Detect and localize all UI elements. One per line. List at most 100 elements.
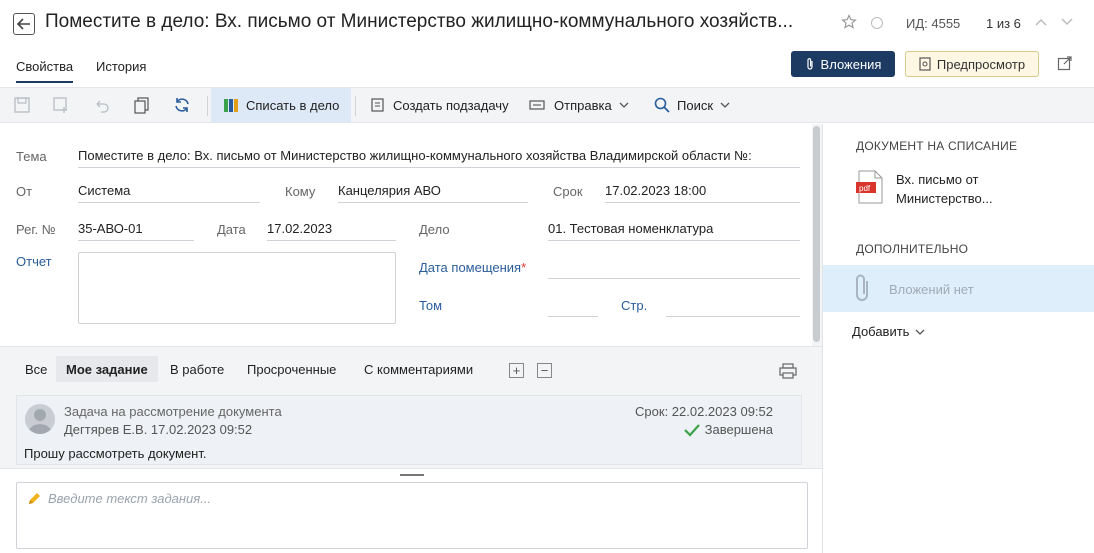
- printer-icon[interactable]: [779, 363, 797, 379]
- create-subtask-button[interactable]: Создать подзадачу: [370, 88, 509, 122]
- attachments-button[interactable]: Вложения: [791, 51, 895, 77]
- page-title: Поместите в дело: Вх. письмо от Министер…: [45, 11, 794, 32]
- chevron-down-icon: [619, 102, 629, 108]
- report-textarea[interactable]: [78, 252, 396, 324]
- regnum-field[interactable]: 35-АВО-01: [78, 219, 194, 241]
- chevron-down-icon: [720, 102, 730, 108]
- to-label: Кому: [285, 184, 316, 199]
- case-label: Дело: [419, 222, 450, 237]
- undo-icon[interactable]: [93, 96, 111, 114]
- task-due: Срок: 22.02.2023 09:52: [635, 404, 773, 419]
- due-field[interactable]: 17.02.2023 18:00: [605, 181, 800, 203]
- task-tab-my[interactable]: Мое задание: [56, 356, 158, 382]
- document-name-line1: Вх. письмо от: [896, 172, 979, 187]
- toolbar-separator: [207, 96, 208, 116]
- tab-history[interactable]: История: [96, 59, 146, 74]
- document-item[interactable]: pdf Вх. письмо от Министерство...: [856, 170, 993, 208]
- placement-date-label: Дата помещения*: [419, 260, 526, 275]
- placement-date-field[interactable]: [548, 257, 800, 279]
- chevron-down-icon: [915, 329, 925, 335]
- to-field[interactable]: Канцелярия АВО: [338, 181, 528, 203]
- add-dropdown[interactable]: Добавить: [852, 324, 925, 339]
- task-card[interactable]: Задача на рассмотрение документа Дегтяре…: [16, 395, 802, 465]
- task-tab-overdue[interactable]: Просроченные: [247, 356, 336, 382]
- pdf-file-icon: pdf: [856, 170, 883, 204]
- doc-section-heading: ДОКУМЕНТ НА СПИСАНИЕ: [856, 139, 1018, 153]
- task-body: Прошу рассмотреть документ.: [24, 446, 207, 461]
- search-dropdown[interactable]: Поиск: [654, 88, 730, 122]
- save-as-icon[interactable]: [52, 96, 70, 114]
- attachments-label: Вложения: [820, 56, 882, 72]
- resize-handle[interactable]: [400, 474, 424, 476]
- star-icon[interactable]: [841, 14, 857, 30]
- subject-label: Тема: [16, 149, 47, 164]
- send-icon: [529, 100, 545, 110]
- case-field[interactable]: 01. Тестовая номенклатура: [548, 219, 800, 241]
- extra-section-heading: ДОПОЛНИТЕЛЬНО: [856, 242, 969, 256]
- checkmark-icon: [683, 423, 700, 437]
- chevron-down-icon[interactable]: [1060, 15, 1074, 29]
- send-dropdown[interactable]: Отправка: [529, 88, 629, 122]
- report-label[interactable]: Отчет: [16, 254, 52, 269]
- paperclip-icon: [806, 58, 813, 70]
- date-label: Дата: [217, 222, 246, 237]
- copy-icon[interactable]: [133, 96, 151, 114]
- from-field[interactable]: Система: [78, 181, 260, 203]
- volume-field[interactable]: [548, 295, 598, 317]
- document-name-line2: Министерство...: [896, 191, 993, 206]
- task-tab-with-comments[interactable]: С комментариями: [364, 356, 473, 382]
- search-icon: [654, 97, 670, 113]
- required-mark: *: [521, 260, 527, 275]
- add-label: Добавить: [852, 324, 910, 339]
- task-title[interactable]: Задача на рассмотрение документа: [64, 404, 282, 419]
- write-off-button[interactable]: Списать в дело: [211, 88, 352, 122]
- refresh-icon[interactable]: [173, 96, 191, 114]
- pencil-icon: [29, 493, 40, 504]
- search-label: Поиск: [677, 97, 714, 113]
- task-tab-in-progress[interactable]: В работе: [170, 356, 224, 382]
- preview-doc-icon: [919, 57, 931, 71]
- create-subtask-label: Создать подзадачу: [393, 97, 509, 113]
- toolbar-separator: [355, 96, 356, 116]
- chevron-up-icon[interactable]: [1034, 15, 1048, 29]
- arrow-left-icon: [17, 18, 30, 30]
- pager: 1 из 6: [986, 16, 1021, 31]
- task-author: Дегтярев Е.В. 17.02.2023 09:52: [64, 422, 253, 437]
- subtask-icon: [371, 98, 384, 112]
- volume-label: Том: [419, 298, 443, 313]
- date-field[interactable]: 17.02.2023: [267, 219, 396, 241]
- task-status-label: Завершена: [704, 422, 773, 437]
- case-binders-icon: [224, 99, 238, 112]
- expand-all-button[interactable]: +: [509, 363, 524, 378]
- regnum-label: Рег. №: [16, 222, 56, 237]
- properties-form: Тема Поместите в дело: Вх. письмо от Мин…: [0, 124, 812, 346]
- due-label: Срок: [553, 184, 583, 199]
- panel-divider: [822, 124, 823, 553]
- form-scrollbar-thumb[interactable]: [813, 126, 820, 342]
- page-field[interactable]: [666, 295, 800, 317]
- subject-field[interactable]: Поместите в дело: Вх. письмо от Министер…: [78, 146, 800, 168]
- toolbar: Списать в дело Создать подзадачу Отправк…: [0, 87, 1094, 123]
- pdf-label: pdf: [859, 184, 871, 193]
- title-bar: Поместите в дело: Вх. письмо от Министер…: [0, 0, 1094, 48]
- send-label: Отправка: [554, 97, 612, 113]
- task-input-placeholder: Введите текст задания...: [48, 491, 212, 506]
- save-icon[interactable]: [13, 96, 31, 114]
- preview-button[interactable]: Предпросмотр: [905, 51, 1039, 77]
- status-circle-icon[interactable]: [871, 17, 883, 29]
- preview-label: Предпросмотр: [936, 56, 1026, 72]
- tab-properties[interactable]: Свойства: [16, 59, 74, 83]
- task-tab-all[interactable]: Все: [25, 356, 47, 382]
- document-id: ИД: 4555: [906, 16, 961, 31]
- page-label: Стр.: [621, 298, 648, 313]
- avatar: [25, 404, 55, 434]
- tasks-area: Все Мое задание В работе Просроченные С …: [0, 346, 822, 468]
- paperclip-icon: [856, 274, 868, 301]
- collapse-all-button[interactable]: −: [537, 363, 552, 378]
- back-button[interactable]: [13, 13, 35, 35]
- task-status: Завершена: [683, 422, 773, 437]
- write-off-label: Списать в дело: [246, 97, 340, 113]
- from-label: От: [16, 184, 33, 199]
- open-external-icon[interactable]: [1057, 55, 1073, 71]
- no-attachments-text: Вложений нет: [889, 282, 974, 297]
